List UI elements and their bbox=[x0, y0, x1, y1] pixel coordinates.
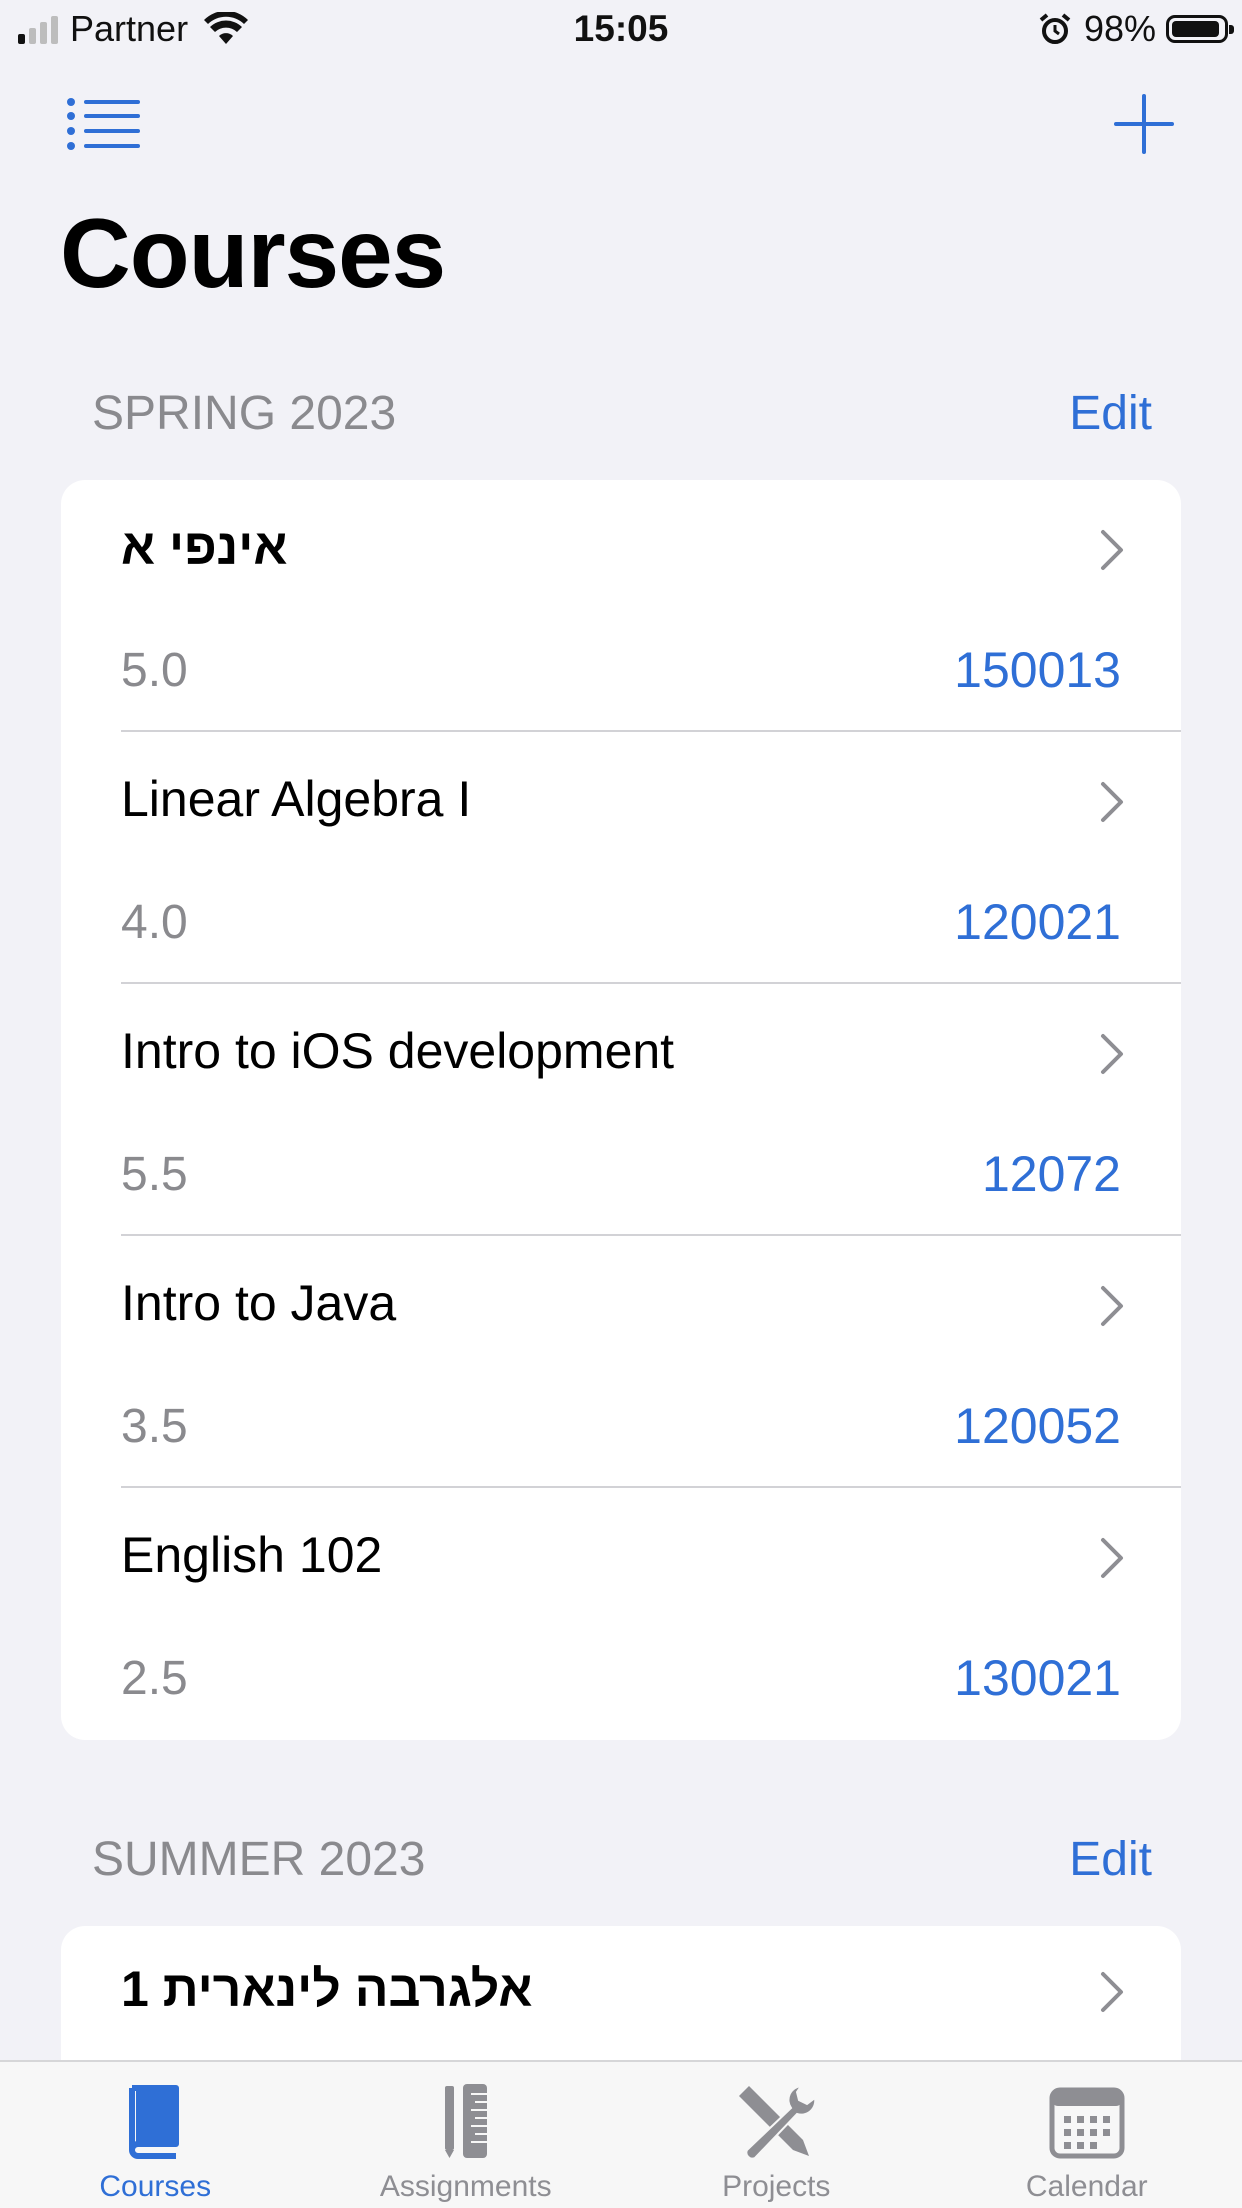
course-credits: 3.5 bbox=[121, 1400, 188, 1453]
course-number: 120021 bbox=[954, 894, 1121, 950]
course-name: English 102 bbox=[121, 1527, 383, 1583]
list-menu-button[interactable] bbox=[66, 96, 142, 152]
section-title: SPRING 2023 bbox=[92, 387, 397, 440]
add-course-button[interactable] bbox=[1112, 92, 1176, 156]
page-title: Courses bbox=[60, 198, 446, 308]
course-number: 150013 bbox=[954, 642, 1121, 698]
course-number: 12072 bbox=[981, 1146, 1121, 1202]
chevron-right-icon bbox=[1101, 1286, 1123, 1326]
tab-assignments[interactable]: Assignments bbox=[311, 2062, 622, 2208]
chevron-right-icon bbox=[1101, 530, 1123, 570]
status-right: 98% bbox=[1038, 8, 1234, 50]
battery-icon bbox=[1166, 15, 1234, 43]
edit-button[interactable]: Edit bbox=[1069, 1832, 1152, 1887]
calendar-icon bbox=[1049, 2087, 1125, 2159]
book-icon bbox=[129, 2085, 180, 2159]
wrench-screwdriver-icon bbox=[739, 2084, 817, 2160]
course-row[interactable]: Intro to Java 3.5 120052 bbox=[61, 1236, 1181, 1488]
course-name: אלגרבה לינארית 1 bbox=[121, 1961, 533, 2017]
chevron-right-icon bbox=[1101, 1034, 1123, 1074]
tab-courses[interactable]: Courses bbox=[0, 2062, 311, 2208]
course-row[interactable]: Intro to iOS development 5.5 12072 bbox=[61, 984, 1181, 1236]
tab-label: Projects bbox=[722, 2170, 831, 2203]
course-name: Linear Algebra I bbox=[121, 771, 472, 827]
tab-projects[interactable]: Projects bbox=[621, 2062, 932, 2208]
course-number: 130021 bbox=[954, 1650, 1121, 1706]
section-header-spring: SPRING 2023 Edit bbox=[92, 386, 1152, 446]
status-bar: Partner 15:05 98% bbox=[0, 0, 1242, 62]
chevron-right-icon bbox=[1101, 782, 1123, 822]
course-credits: 4.0 bbox=[121, 896, 188, 949]
tab-bar: Courses Assignments Projects Calendar bbox=[0, 2060, 1242, 2208]
tab-label: Calendar bbox=[1025, 2170, 1148, 2203]
course-name: אינפי א bbox=[121, 519, 288, 575]
edit-button[interactable]: Edit bbox=[1069, 386, 1152, 441]
course-number: 120052 bbox=[954, 1398, 1121, 1454]
tab-calendar[interactable]: Calendar bbox=[932, 2062, 1242, 2208]
course-name: Intro to Java bbox=[121, 1275, 397, 1331]
alarm-icon bbox=[1039, 13, 1071, 44]
tab-label: Courses bbox=[99, 2170, 212, 2203]
courses-list-spring: אינפי א 5.0 150013 Linear Algebra I 4.0 … bbox=[61, 480, 1181, 1740]
section-title: SUMMER 2023 bbox=[92, 1833, 426, 1886]
course-row[interactable]: אינפי א 5.0 150013 bbox=[61, 480, 1181, 732]
tab-label: Assignments bbox=[379, 2170, 552, 2203]
course-row[interactable]: English 102 2.5 130021 bbox=[61, 1488, 1181, 1740]
course-row[interactable]: Linear Algebra I 4.0 120021 bbox=[61, 732, 1181, 984]
chevron-right-icon bbox=[1101, 1538, 1123, 1578]
pencil-ruler-icon bbox=[444, 2084, 487, 2158]
course-credits: 5.0 bbox=[121, 644, 188, 697]
section-header-summer: SUMMER 2023 Edit bbox=[92, 1832, 1152, 1892]
course-credits: 2.5 bbox=[121, 1652, 188, 1705]
battery-percentage: 98% bbox=[1083, 8, 1156, 49]
chevron-right-icon bbox=[1101, 1972, 1123, 2012]
course-name: Intro to iOS development bbox=[121, 1023, 675, 1079]
course-credits: 5.5 bbox=[121, 1148, 188, 1201]
